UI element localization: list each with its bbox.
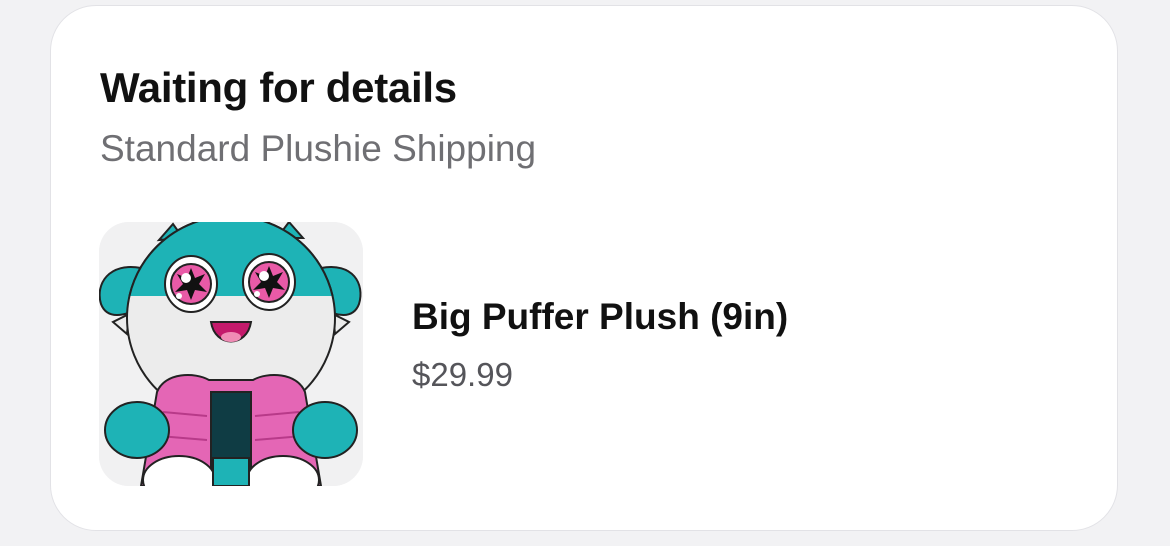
product-name[interactable]: Big Puffer Plush (9in): [412, 296, 788, 338]
product-image[interactable]: [99, 222, 363, 486]
pufferfish-plush-icon: [99, 222, 363, 486]
shipping-method: Standard Plushie Shipping: [100, 128, 537, 169]
status-title: Waiting for details: [100, 64, 457, 111]
product-price: $29.99: [412, 356, 513, 393]
order-item-card: Waiting for details Standard Plushie Shi…: [50, 5, 1118, 531]
